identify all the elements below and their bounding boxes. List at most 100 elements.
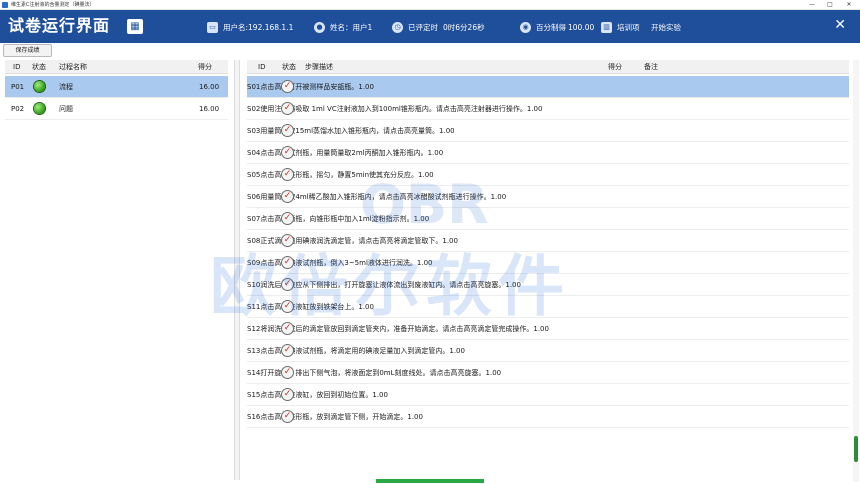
status-ok-icon	[34, 103, 45, 114]
col-id: ID	[13, 63, 21, 71]
chart-icon: ▥	[601, 21, 612, 33]
step-row[interactable]: S10 ✓ 润洗后碘液应从下侧排出，打开旋塞让液体流出到废液缸内。请点击高亮旋塞。1…	[247, 274, 849, 296]
check-circle-icon: ✓	[281, 234, 294, 247]
timer-info: ◷ 已评定时 0时6分26秒	[392, 21, 485, 33]
person-icon: ●	[314, 21, 325, 33]
step-row[interactable]: S13 ✓ 点击高亮碘液试剂瓶，将滴定用的碘液足量加入到滴定管内。1.00	[247, 340, 849, 362]
step-score: 1.00	[485, 369, 502, 377]
col-desc: 步骤描述	[305, 63, 333, 71]
check-circle-icon: ✓	[281, 146, 294, 159]
minimize-button[interactable]: —	[803, 0, 821, 10]
page-title: 试卷运行界面	[8, 16, 111, 35]
window-close-button[interactable]: ✕	[840, 0, 858, 10]
step-id: S15	[247, 391, 261, 399]
grid-icon[interactable]: ▦	[127, 19, 143, 34]
step-row[interactable]: S09 ✓ 点击高亮碘液试剂瓶，倒入3~5ml液体进行润洗。1.00	[247, 252, 849, 274]
check-circle-icon: ✓	[281, 410, 294, 423]
step-description: 用量筒量取4ml稀乙酸加入锥形瓶内，请点击高亮冰醋酸试剂瓶进行操作。	[260, 193, 491, 201]
panel-splitter[interactable]	[234, 60, 240, 480]
check-circle-icon: ✓	[281, 80, 294, 93]
step-row[interactable]: S01 ✓ 点击高亮打开被测样品安瓿瓶。1.00	[247, 76, 849, 98]
step-score: 1.00	[449, 347, 465, 355]
step-row[interactable]: S16 ✓ 点击高亮锥形瓶，放到滴定管下侧，开始滴定。1.00	[247, 406, 849, 428]
step-row[interactable]: S03 ✓ 用量筒量取15ml蒸馏水加入锥形瓶内，请点击高亮量筒。1.00	[247, 120, 849, 142]
step-score: 1.00	[442, 237, 458, 245]
step-id: S16	[247, 413, 261, 421]
process-row[interactable]: P02 问题 16.00	[5, 98, 228, 120]
step-id: S06	[247, 193, 261, 201]
check-circle-icon: ✓	[281, 102, 294, 115]
step-score: 1.00	[533, 325, 549, 333]
step-id: S09	[247, 259, 261, 267]
step-score: 1.00	[490, 193, 507, 201]
check-circle-icon: ✓	[281, 366, 294, 379]
process-name: 问题	[59, 105, 73, 113]
vertical-scrollbar[interactable]	[853, 60, 859, 482]
step-id: S13	[247, 347, 261, 355]
check-circle-icon: ✓	[281, 190, 294, 203]
step-row[interactable]: S15 ✓ 点击高亮废液缸，放回到初始位置。1.00	[247, 384, 849, 406]
app-icon	[2, 2, 8, 8]
step-row[interactable]: S11 ✓ 点击高亮废液缸放到铁架台上。1.00	[247, 296, 849, 318]
col-status: 状态	[32, 63, 46, 71]
mode-info: ▥ 培训项	[601, 21, 640, 33]
step-score: 1.00	[413, 215, 430, 223]
step-score: 1.00	[427, 149, 444, 157]
steps-table-header: ID 状态 步骤描述 得分 备注	[247, 60, 849, 74]
process-id: P01	[11, 83, 25, 91]
mode-label: 培训项	[617, 22, 640, 32]
step-description: 点击高亮废液缸，放回到初始位置。	[260, 391, 373, 399]
step-row[interactable]: S14 ✓ 打开旋塞，排出下侧气泡，将液面定到0mL刻度线处。请点击高亮旋塞。1.0…	[247, 362, 849, 384]
step-score: 1.00	[418, 171, 434, 179]
score-icon: ◉	[520, 21, 531, 33]
step-id: S14	[247, 369, 261, 377]
col-note: 备注	[644, 63, 658, 71]
save-score-button[interactable]: 保存成绩	[3, 44, 52, 57]
col-status: 状态	[282, 63, 296, 71]
step-id: S02	[247, 105, 261, 113]
scrollbar-thumb[interactable]	[854, 436, 858, 462]
step-score: 1.00	[358, 83, 374, 91]
maximize-button[interactable]: □	[821, 0, 839, 10]
step-description: 点击高亮打开被测样品安瓿瓶。	[260, 83, 359, 91]
timer-label: 已评定时	[408, 22, 438, 32]
process-row[interactable]: P01 流程 16.00	[5, 76, 228, 98]
username-label: 用户名:192.168.1.1	[223, 22, 294, 32]
username-info: ▭ 用户名:192.168.1.1	[207, 21, 293, 33]
step-score: 1.00	[372, 391, 388, 399]
window-title: 维生素C注射液的含量测定（碘量法）	[11, 2, 95, 8]
score-value: 100.00	[568, 22, 595, 32]
step-description: 点击高亮废液缸放到铁架台上。	[260, 303, 359, 311]
check-circle-icon: ✓	[281, 322, 294, 335]
status-ok-icon	[34, 81, 45, 92]
step-description: 将润洗完成后的滴定管放回到滴定管夹内，准备开始滴定。请点击高亮滴定管完成操作。	[260, 325, 534, 333]
close-icon[interactable]: ✕	[834, 17, 846, 33]
step-score: 1.00	[439, 127, 455, 135]
step-row[interactable]: S07 ✓ 点击高亮滴瓶，向锥形瓶中加入1ml淀粉指示剂。1.00	[247, 208, 849, 230]
step-row[interactable]: S04 ✓ 点击高亮试剂瓶，用量筒量取2ml丙酮加入锥形瓶内。1.00	[247, 142, 849, 164]
check-circle-icon: ✓	[281, 300, 294, 313]
step-score: 1.00	[407, 413, 423, 421]
step-id: S04	[247, 149, 261, 157]
check-circle-icon: ✓	[281, 212, 294, 225]
step-row[interactable]: S12 ✓ 将润洗完成后的滴定管放回到滴定管夹内，准备开始滴定。请点击高亮滴定管完成…	[247, 318, 849, 340]
check-circle-icon: ✓	[281, 124, 294, 137]
step-row[interactable]: S02 ✓ 使用注射器吸取 1ml VC注射液加入到100ml锥形瓶内。请点击高亮注…	[247, 98, 849, 120]
name-label: 姓名：用户1	[330, 22, 373, 32]
step-score: 1.00	[526, 105, 543, 113]
col-name: 过程名称	[59, 63, 87, 71]
process-name: 流程	[59, 83, 73, 91]
step-score: 1.00	[505, 281, 521, 289]
step-row[interactable]: S06 ✓ 用量筒量取4ml稀乙酸加入锥形瓶内，请点击高亮冰醋酸试剂瓶进行操作。1.…	[247, 186, 849, 208]
step-row[interactable]: S08 ✓ 正式滴定前用碘液润洗滴定管，请点击高亮将滴定管取下。1.00	[247, 230, 849, 252]
step-row[interactable]: S05 ✓ 点击高亮锥形瓶，摇匀，静置5min使其充分反应。1.00	[247, 164, 849, 186]
col-id: ID	[258, 63, 266, 71]
score-label: 百分制得	[536, 22, 566, 32]
app-header: 试卷运行界面 ▦ ▭ 用户名:192.168.1.1 ● 姓名：用户1 ◷ 已评…	[0, 10, 860, 43]
step-id: S08	[247, 237, 261, 245]
step-id: S05	[247, 171, 261, 179]
start-experiment-button[interactable]: 开始实验	[651, 21, 681, 33]
process-score: 16.00	[199, 105, 220, 113]
process-id: P02	[11, 105, 25, 113]
process-table: ID 状态 过程名称 得分 P01 流程 16.00 P02 问题 16.00	[5, 60, 228, 480]
